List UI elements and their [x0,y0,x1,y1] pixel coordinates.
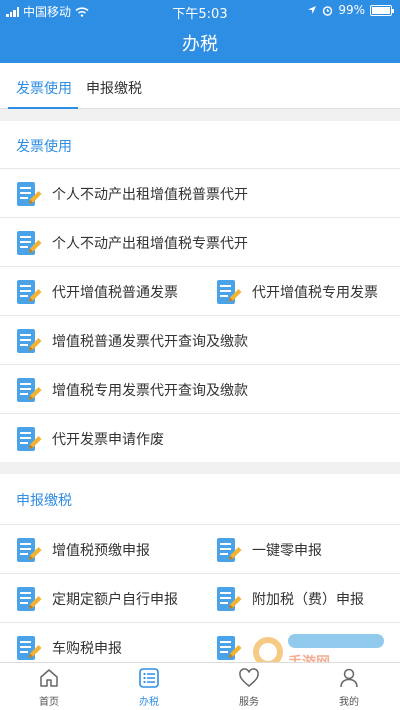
item-label: 代开发票申请作废 [52,431,164,448]
item-label: 附加税（费）申报 [252,591,364,608]
header: 中国移动 下午5:03 99% 办税 [0,0,400,63]
item-label: 个人不动产出租增值税专票代开 [52,235,248,252]
item-label: 车购税申报 [52,640,122,657]
list-row: 定期定额户自行申报 附加税（费）申报 [0,573,400,622]
page-title: 办税 [182,34,218,55]
document-edit-icon [17,426,42,451]
location-icon [308,6,317,14]
list-row: 代开增值税普通发票 代开增值税专用发票 [0,266,400,315]
list-row: 增值税预缴申报 一键零申报 [0,524,400,573]
item-rental-special-invoice[interactable]: 个人不动产出租增值税专票代开 [16,218,248,267]
list-icon [139,668,159,688]
status-bar: 中国移动 下午5:03 99% [0,0,400,22]
document-edit-icon [17,279,42,304]
tabbar-label: 首页 [39,697,59,708]
top-tabs: 发票使用 申报缴税 [0,63,400,109]
item-label: 代开增值税普通发票 [52,284,178,301]
heart-icon [239,668,259,687]
item-label: 一键零申报 [252,542,322,559]
battery-icon [370,4,394,16]
list-row: 个人不动产出租增值税专票代开 [0,217,400,266]
document-edit-icon [17,377,42,402]
item-rental-general-invoice[interactable]: 个人不动产出租增值税普票代开 [16,169,248,218]
item-label: 增值税专用发票代开查询及缴款 [52,382,248,399]
bottom-tab-bar: 首页 办税 服务 我的 [0,662,400,710]
item-label: 代开增值税专用发票 [252,284,378,301]
tabbar-label: 我的 [339,697,359,708]
section-title: 申报缴税 [16,493,72,509]
document-edit-icon [17,328,42,353]
item-label: 增值税普通发票代开查询及缴款 [52,333,248,350]
document-edit-icon [17,586,42,611]
item-fixed-quota-self-filing[interactable]: 定期定额户自行申报 [16,574,178,623]
tabbar-label: 办税 [139,697,159,708]
active-tab-indicator [8,107,78,109]
document-edit-icon [17,635,42,660]
person-icon [340,668,358,688]
item-label: 增值税预缴申报 [52,542,150,559]
item-surcharge-filing[interactable]: 附加税（费）申报 [216,574,364,623]
battery-percent: 99% [338,3,365,17]
section-title: 发票使用 [16,139,72,155]
tabbar-label: 服务 [239,697,259,708]
list-row: 代开发票申请作废 [0,413,400,462]
tab-invoice-use[interactable]: 发票使用 [16,78,72,98]
tabbar-mine[interactable]: 我的 [319,667,379,708]
section-invoice-use: 发票使用 个人不动产出租增值税普票代开 个人不动产出租增值税专票代开 代开增值税… [0,121,400,462]
document-edit-icon [17,230,42,255]
item-special-vat-invoice[interactable]: 代开增值税专用发票 [216,267,378,316]
tabbar-tax[interactable]: 办税 [119,667,179,708]
home-icon [40,669,58,687]
list-row: 增值税普通发票代开查询及缴款 [0,315,400,364]
item-label: 定期定额户自行申报 [52,591,178,608]
list-row: 个人不动产出租增值税普票代开 [0,168,400,217]
alarm-icon [323,5,333,16]
item-void-invoice-request[interactable]: 代开发票申请作废 [16,414,164,463]
document-edit-icon [217,279,242,304]
document-edit-icon [17,537,42,562]
item-general-invoice-query-payment[interactable]: 增值税普通发票代开查询及缴款 [16,316,248,365]
item-label: 个人不动产出租增值税普票代开 [52,186,248,203]
document-edit-icon [217,537,242,562]
document-edit-icon [17,181,42,206]
item-special-invoice-query-payment[interactable]: 增值税专用发票代开查询及缴款 [16,365,248,414]
tabbar-service[interactable]: 服务 [219,667,279,708]
list-row: 增值税专用发票代开查询及缴款 [0,364,400,413]
document-edit-icon [217,586,242,611]
item-vat-prepay-filing[interactable]: 增值税预缴申报 [16,525,150,574]
item-zero-filing[interactable]: 一键零申报 [216,525,322,574]
item-general-vat-invoice[interactable]: 代开增值税普通发票 [16,267,178,316]
document-edit-icon [217,635,242,660]
tab-tax-filing[interactable]: 申报缴税 [86,78,142,98]
tabbar-home[interactable]: 首页 [19,667,79,708]
